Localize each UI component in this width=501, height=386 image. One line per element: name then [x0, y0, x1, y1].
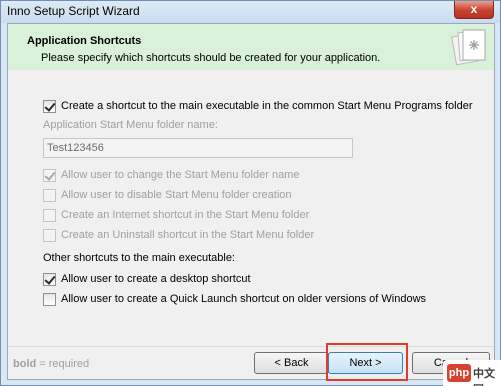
checkbox[interactable]	[43, 168, 56, 182]
option-desktop-shortcut[interactable]: Allow user to create a desktop shortcut	[43, 271, 251, 287]
option-label: Allow user to change the Start Menu fold…	[61, 169, 300, 181]
option-disable-folder-creation[interactable]: Allow user to disable Start Menu folder …	[43, 187, 292, 203]
checkbox[interactable]	[43, 228, 56, 242]
option-label: Create an Uninstall shortcut in the Star…	[61, 229, 315, 241]
option-change-folder-name[interactable]: Allow user to change the Start Menu fold…	[43, 167, 299, 183]
option-internet-shortcut[interactable]: Create an Internet shortcut in the Start…	[43, 207, 309, 223]
watermark-logo: php	[447, 364, 471, 382]
option-label: Allow user to create a desktop shortcut	[61, 273, 251, 285]
next-button-highlight	[326, 343, 408, 381]
window-title: Inno Setup Script Wizard	[7, 4, 140, 18]
option-label: Create an Internet shortcut in the Start…	[61, 209, 310, 221]
option-label: Create a shortcut to the main executable…	[61, 100, 473, 112]
required-note-text: = required	[36, 358, 90, 370]
page-title: Application Shortcuts	[27, 35, 142, 47]
option-quick-launch-shortcut[interactable]: Allow user to create a Quick Launch shor…	[43, 291, 426, 307]
wizard-page: Application Shortcuts Please specify whi…	[7, 23, 495, 381]
watermark-text: 中文网	[473, 368, 495, 386]
title-bar[interactable]: Inno Setup Script Wizard x	[1, 1, 500, 23]
checkbox[interactable]	[43, 292, 56, 306]
other-shortcuts-label: Other shortcuts to the main executable:	[43, 252, 235, 264]
option-label: Allow user to create a Quick Launch shor…	[61, 293, 427, 305]
header-panel: Application Shortcuts Please specify whi…	[8, 24, 494, 70]
required-note: bold = required	[13, 358, 89, 370]
watermark: php 中文网	[443, 360, 501, 386]
option-label: Allow user to disable Start Menu folder …	[61, 189, 292, 201]
checkbox[interactable]	[43, 188, 56, 202]
checkbox[interactable]	[43, 272, 56, 286]
required-note-bold: bold	[13, 358, 37, 370]
wizard-window: Inno Setup Script Wizard x Application S…	[0, 0, 501, 386]
option-main-start-menu-shortcut[interactable]: Create a shortcut to the main executable…	[43, 98, 472, 114]
page-subtitle: Please specify which shortcuts should be…	[41, 52, 381, 64]
shortcuts-page-icon	[451, 29, 486, 66]
checkbox[interactable]	[43, 99, 56, 113]
footer-separator	[8, 346, 494, 347]
start-menu-folder-input[interactable]: Test123456	[43, 138, 353, 158]
close-button[interactable]: x	[454, 1, 494, 19]
option-uninstall-shortcut[interactable]: Create an Uninstall shortcut in the Star…	[43, 227, 314, 243]
checkbox[interactable]	[43, 208, 56, 222]
start-menu-folder-label: Application Start Menu folder name:	[43, 119, 218, 131]
back-button[interactable]: < Back	[254, 352, 329, 374]
